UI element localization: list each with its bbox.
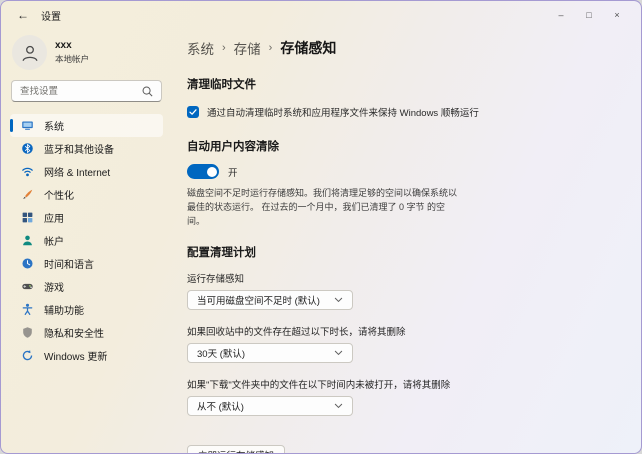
settings-window: ← 设置 – □ × xyxy=(0,0,642,454)
dropdown-run-storage-sense[interactable]: 当可用磁盘空间不足时 (默认) xyxy=(187,290,353,310)
storage-sense-toggle[interactable] xyxy=(187,164,219,179)
storage-sense-description: 磁盘空间不足时运行存储感知。我们将清理足够的空间以确保系统以最佳的状态运行。 在… xyxy=(187,187,459,229)
account-icon xyxy=(21,234,34,247)
recycle-bin-label: 如果回收站中的文件存在超过以下时长，请将其删除 xyxy=(187,324,621,338)
sidebar-item-label: 个性化 xyxy=(44,187,74,202)
avatar xyxy=(12,35,47,70)
toggle-state-label: 开 xyxy=(228,165,238,179)
dropdown-value: 30天 (默认) xyxy=(197,346,245,360)
sidebar-nav: 系统 蓝牙和其他设备 网络 & Internet xyxy=(10,114,163,367)
apps-icon xyxy=(21,211,34,224)
section-heading-auto-cleanup: 自动用户内容清除 xyxy=(187,138,621,154)
sidebar-item-label: 网络 & Internet xyxy=(44,164,110,179)
app-title: 设置 xyxy=(41,8,61,23)
dropdown-value: 当可用磁盘空间不足时 (默认) xyxy=(197,293,320,307)
breadcrumb: 系统 › 存储 › 存储感知 xyxy=(187,37,621,59)
accessibility-icon xyxy=(21,303,34,316)
sidebar-item-label: 时间和语言 xyxy=(44,256,94,271)
sidebar-item-bluetooth[interactable]: 蓝牙和其他设备 xyxy=(10,137,163,160)
check-icon xyxy=(188,107,198,117)
search-icon xyxy=(141,85,154,98)
sidebar: xxx 本地帐户 系统 xyxy=(1,29,169,454)
temp-cleanup-checkbox[interactable] xyxy=(187,106,199,118)
sidebar-item-label: 辅助功能 xyxy=(44,302,84,317)
minimize-button[interactable]: – xyxy=(547,5,575,25)
sidebar-item-label: 隐私和安全性 xyxy=(44,325,104,340)
sidebar-item-label: 帐户 xyxy=(44,233,64,248)
dropdown-value: 从不 (默认) xyxy=(197,399,244,413)
back-button[interactable]: ← xyxy=(11,5,35,25)
minimize-icon: – xyxy=(558,10,563,20)
storage-sense-toggle-row: 开 xyxy=(187,164,621,179)
controller-icon xyxy=(21,280,34,293)
shield-icon xyxy=(21,326,34,339)
chevron-right-icon: › xyxy=(269,42,273,54)
search-box xyxy=(11,80,162,102)
account-card[interactable]: xxx 本地帐户 xyxy=(12,35,163,70)
breadcrumb-system[interactable]: 系统 xyxy=(187,38,214,58)
temp-cleanup-label: 通过自动清理临时系统和应用程序文件来保持 Windows 顺畅运行 xyxy=(207,105,479,119)
run-storage-sense-button[interactable]: 立即运行存储感知 xyxy=(187,445,285,454)
user-name: xxx xyxy=(55,40,89,51)
main-content: 系统 › 存储 › 存储感知 清理临时文件 通过自动清理临时系统和应用程序文件来… xyxy=(169,29,641,454)
sidebar-item-windows-update[interactable]: Windows 更新 xyxy=(10,344,163,367)
back-icon: ← xyxy=(17,8,29,22)
titlebar: ← 设置 – □ × xyxy=(1,1,641,29)
person-icon xyxy=(19,42,41,64)
close-icon: × xyxy=(614,10,619,20)
sidebar-item-label: 蓝牙和其他设备 xyxy=(44,141,114,156)
brush-icon xyxy=(21,188,34,201)
maximize-icon: □ xyxy=(586,10,591,20)
sidebar-item-time-language[interactable]: 时间和语言 xyxy=(10,252,163,275)
sidebar-item-accounts[interactable]: 帐户 xyxy=(10,229,163,252)
close-button[interactable]: × xyxy=(603,5,631,25)
sidebar-item-personalization[interactable]: 个性化 xyxy=(10,183,163,206)
wifi-icon xyxy=(21,165,34,178)
toggle-knob xyxy=(207,167,217,177)
chevron-down-icon xyxy=(334,350,343,356)
dropdown-downloads[interactable]: 从不 (默认) xyxy=(187,396,353,416)
breadcrumb-storage[interactable]: 存储 xyxy=(234,38,261,58)
sidebar-item-label: Windows 更新 xyxy=(44,348,107,363)
user-account-type: 本地帐户 xyxy=(55,53,89,65)
section-heading-temp-files: 清理临时文件 xyxy=(187,76,621,92)
clock-icon xyxy=(21,257,34,270)
maximize-button[interactable]: □ xyxy=(575,5,603,25)
bluetooth-icon xyxy=(21,142,34,155)
sidebar-item-system[interactable]: 系统 xyxy=(10,114,163,137)
sidebar-item-label: 游戏 xyxy=(44,279,64,294)
sidebar-item-label: 系统 xyxy=(44,118,64,133)
sidebar-item-privacy[interactable]: 隐私和安全性 xyxy=(10,321,163,344)
page-title: 存储感知 xyxy=(280,38,336,58)
chevron-right-icon: › xyxy=(222,42,226,54)
monitor-icon xyxy=(21,119,34,132)
search-input[interactable] xyxy=(12,86,161,97)
sidebar-item-label: 应用 xyxy=(44,210,64,225)
chevron-down-icon xyxy=(334,297,343,303)
dropdown-recycle-bin[interactable]: 30天 (默认) xyxy=(187,343,353,363)
sync-icon xyxy=(21,349,34,362)
temp-cleanup-row[interactable]: 通过自动清理临时系统和应用程序文件来保持 Windows 顺畅运行 xyxy=(187,105,621,119)
section-heading-schedule: 配置清理计划 xyxy=(187,244,621,260)
sidebar-item-network[interactable]: 网络 & Internet xyxy=(10,160,163,183)
sidebar-item-apps[interactable]: 应用 xyxy=(10,206,163,229)
chevron-down-icon xyxy=(334,403,343,409)
run-storage-sense-label: 运行存储感知 xyxy=(187,271,621,285)
sidebar-item-accessibility[interactable]: 辅助功能 xyxy=(10,298,163,321)
sidebar-item-gaming[interactable]: 游戏 xyxy=(10,275,163,298)
downloads-folder-label: 如果"下载"文件夹中的文件在以下时间内未被打开，请将其删除 xyxy=(187,377,621,391)
window-controls: – □ × xyxy=(547,5,631,25)
